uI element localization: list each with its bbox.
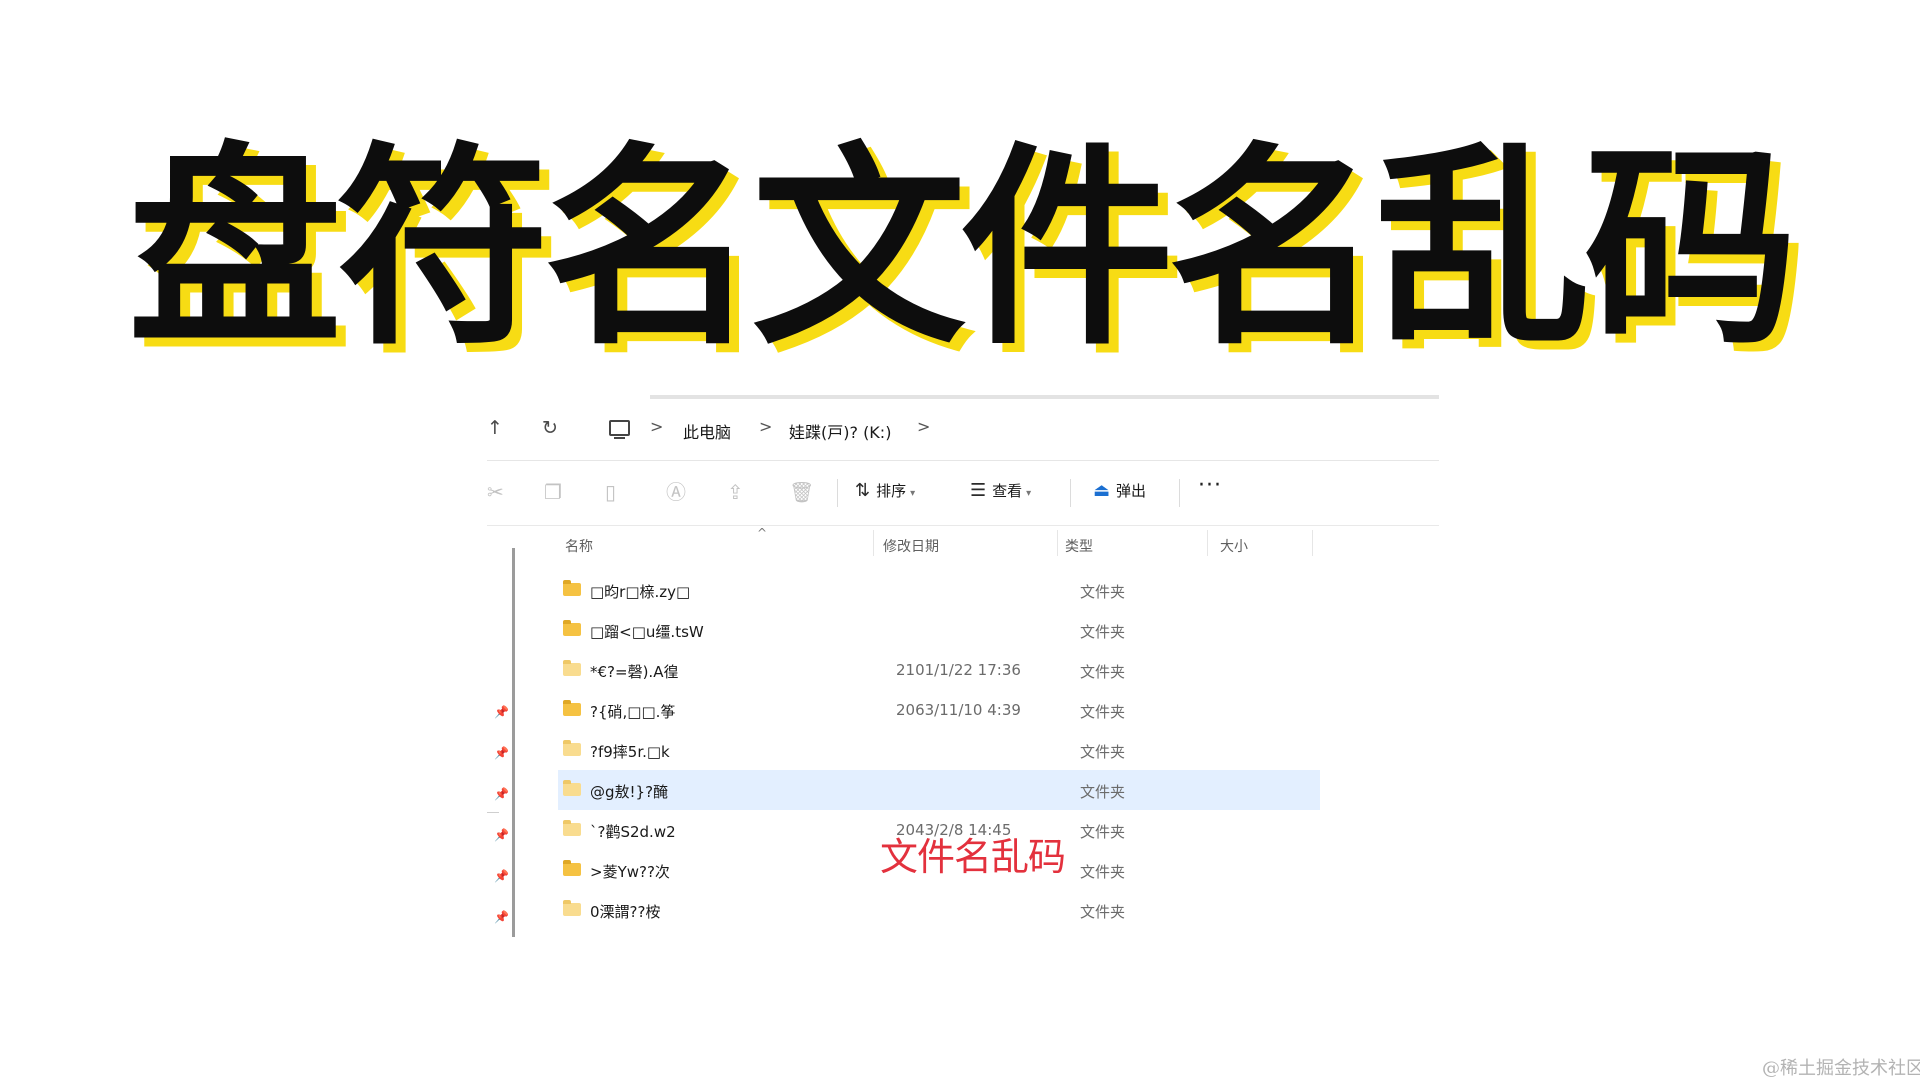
column-size[interactable]: 大小	[1220, 536, 1248, 556]
pin-icon[interactable]: 📌	[494, 787, 509, 801]
toolbar-divider	[837, 479, 838, 507]
folder-icon	[563, 860, 581, 876]
view-label: 查看	[992, 482, 1023, 500]
file-name: □昀r□榇.zy□	[590, 583, 691, 601]
folder-icon	[563, 660, 581, 676]
folder-icon	[563, 580, 581, 596]
pin-icon[interactable]: 📌	[494, 828, 509, 842]
file-name: □蹓<□u缰.tsW	[590, 623, 704, 641]
breadcrumb-chevron-icon[interactable]: >	[917, 417, 930, 436]
column-divider[interactable]	[1057, 530, 1058, 556]
file-type: 文件夹	[1080, 823, 1126, 841]
breadcrumb-chevron-icon[interactable]: >	[759, 417, 772, 436]
file-type: 文件夹	[1080, 623, 1126, 641]
file-row[interactable]: ?f9摔5r.□k 文件夹	[558, 730, 1320, 770]
file-date: 2063/11/10 4:39	[896, 701, 1021, 719]
file-name: ?{硝,□□.筝	[590, 703, 676, 721]
chevron-down-icon: ▾	[1026, 488, 1032, 499]
pin-icon[interactable]: 📌	[494, 746, 509, 760]
folder-icon	[563, 620, 581, 636]
column-modified[interactable]: 修改日期	[883, 536, 939, 556]
cut-icon[interactable]: ✂	[487, 481, 504, 503]
file-type: 文件夹	[1080, 903, 1126, 921]
toolbar-divider	[1070, 479, 1071, 507]
view-button[interactable]: ☰ 查看 ▾	[970, 480, 1031, 506]
sort-ascending-icon: ^	[757, 526, 768, 540]
delete-icon[interactable]: 🗑	[789, 481, 814, 503]
annotation-label: 文件名乱码	[880, 835, 1066, 879]
eject-label: 弹出	[1116, 482, 1147, 500]
file-type: 文件夹	[1080, 863, 1126, 881]
breadcrumb-drive-k[interactable]: 娃蹀(戸)? (K:)	[789, 419, 891, 443]
share-icon[interactable]: ⇪	[727, 481, 744, 503]
column-divider[interactable]	[1312, 530, 1313, 556]
up-arrow-icon[interactable]: ↑	[487, 418, 503, 438]
breadcrumb-chevron-icon[interactable]: >	[650, 417, 663, 436]
folder-icon	[563, 700, 581, 716]
file-type: 文件夹	[1080, 743, 1126, 761]
file-type: 文件夹	[1080, 663, 1126, 681]
column-name[interactable]: 名称	[565, 536, 593, 556]
file-name: @g敖!}?醃	[590, 783, 669, 801]
pin-icon[interactable]: 📌	[494, 869, 509, 883]
rename-icon[interactable]: Ⓐ	[666, 481, 686, 503]
more-options-icon[interactable]: ···	[1198, 473, 1222, 498]
file-row-selected[interactable]: @g敖!}?醃 文件夹	[558, 770, 1320, 810]
file-date: 2101/1/22 17:36	[896, 661, 1021, 679]
file-name: *€?=磬).A徨	[590, 663, 679, 681]
copy-icon[interactable]: ❐	[544, 481, 562, 503]
sort-button[interactable]: ⇅ 排序 ▾	[855, 480, 915, 506]
file-name: >菱Yw??次	[590, 863, 670, 881]
sort-label: 排序	[876, 482, 907, 500]
navigation-pane-scrollbar[interactable]	[512, 548, 515, 937]
file-row[interactable]: □蹓<□u缰.tsW 文件夹	[558, 610, 1320, 650]
file-name: ?f9摔5r.□k	[590, 743, 670, 761]
file-type: 文件夹	[1080, 583, 1126, 601]
file-type: 文件夹	[1080, 783, 1126, 801]
file-row[interactable]: *€?=磬).A徨 2101/1/22 17:36 文件夹	[558, 650, 1320, 690]
file-row[interactable]: ?{硝,□□.筝 2063/11/10 4:39 文件夹	[558, 690, 1320, 730]
window-edge	[650, 395, 1439, 399]
file-type: 文件夹	[1080, 703, 1126, 721]
watermark: @稀土掘金技术社区	[1762, 1058, 1920, 1079]
paste-icon[interactable]: ▯	[605, 481, 616, 503]
column-divider[interactable]	[1207, 530, 1208, 556]
headline-text: 盘符名文件名乱码	[128, 125, 1798, 374]
address-bar: ↑ ↻ > 此电脑 > 娃蹀(戸)? (K:) >	[487, 395, 1439, 461]
folder-icon	[563, 900, 581, 916]
toolbar-divider	[1179, 479, 1180, 507]
folder-icon	[563, 780, 581, 796]
sort-icon: ⇅	[855, 480, 871, 501]
this-pc-icon[interactable]	[609, 420, 630, 439]
view-list-icon: ☰	[970, 480, 987, 501]
pin-icon[interactable]: 📌	[494, 705, 509, 719]
folder-icon	[563, 820, 581, 836]
eject-icon: ⏏	[1093, 480, 1111, 501]
file-name: `?鹳S2d.w2	[590, 823, 676, 841]
navigation-pane: 📌 📌 📌 📌 📌 📌	[487, 526, 523, 937]
file-name: 0溧謂??桉	[590, 903, 661, 921]
column-header: ^ 名称 修改日期 类型 大小	[523, 526, 1439, 560]
column-divider[interactable]	[873, 530, 874, 556]
chevron-down-icon: ▾	[910, 488, 916, 499]
pin-icon[interactable]: 📌	[494, 910, 509, 924]
file-row[interactable]: 0溧謂??桉 文件夹	[558, 890, 1320, 930]
headline: 盘符名文件名乱码 盘符名文件名乱码	[0, 120, 1920, 383]
refresh-icon[interactable]: ↻	[542, 418, 558, 438]
file-row[interactable]: □昀r□榇.zy□ 文件夹	[558, 570, 1320, 610]
navigation-pane-divider	[487, 812, 499, 813]
folder-icon	[563, 740, 581, 756]
column-type[interactable]: 类型	[1065, 536, 1093, 556]
eject-button[interactable]: ⏏ 弹出	[1093, 480, 1146, 506]
command-bar: ✂ ❐ ▯ Ⓐ ⇪ 🗑 ⇅ 排序 ▾ ☰ 查看 ▾ ⏏ 弹出 ···	[487, 461, 1439, 526]
breadcrumb-this-pc[interactable]: 此电脑	[683, 419, 731, 443]
